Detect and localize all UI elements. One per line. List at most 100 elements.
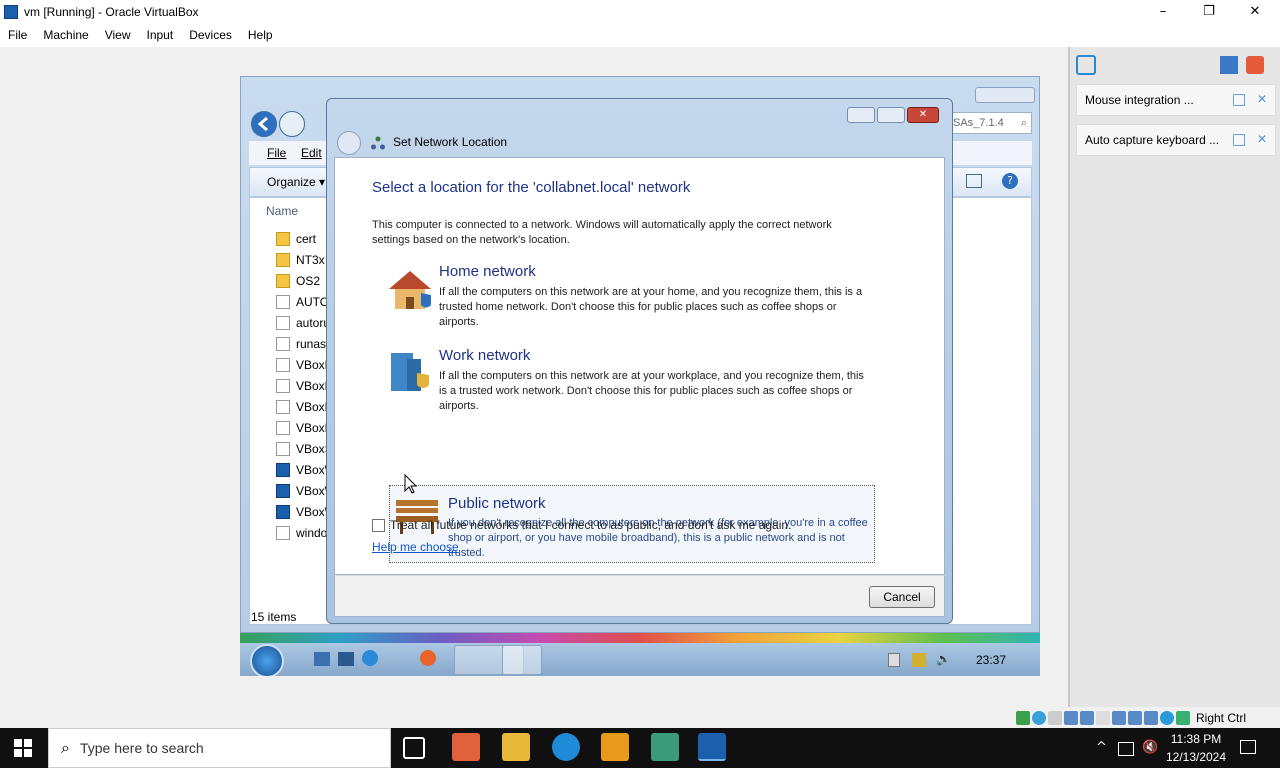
menu-file[interactable]: File <box>0 28 35 42</box>
folder-icon <box>276 232 290 246</box>
recording-icon[interactable] <box>1144 711 1158 725</box>
preview-pane-icon[interactable] <box>966 174 982 188</box>
terminal-icon[interactable] <box>338 652 354 666</box>
menu-view[interactable]: View <box>97 28 139 42</box>
network-tray-icon[interactable] <box>1118 742 1134 756</box>
audio-icon[interactable] <box>1064 711 1078 725</box>
taskbar-time[interactable]: 11:38 PM <box>1168 732 1224 746</box>
menu-devices[interactable]: Devices <box>181 28 240 42</box>
script-file-icon <box>276 526 290 540</box>
file-icon <box>276 421 290 435</box>
arrow-left-icon <box>257 116 268 132</box>
notification-center-icon[interactable] <box>1076 55 1096 75</box>
dialog-close-button[interactable]: ✕ <box>907 107 939 123</box>
guest-screen[interactable]: SAs_7.1.4 ⌕ File Edit Organize ▾ ? Name … <box>240 76 1040 676</box>
show-desktop-icon[interactable] <box>314 652 330 666</box>
close-button[interactable]: ✕ <box>1232 0 1278 23</box>
edge-icon[interactable] <box>552 733 580 761</box>
shared-folders-icon[interactable] <box>1112 711 1126 725</box>
work-network-desc: If all the computers on this network are… <box>439 370 864 412</box>
search-box[interactable]: SAs_7.1.4 ⌕ <box>946 112 1032 134</box>
explorer-menu-edit[interactable]: Edit <box>301 146 322 160</box>
vmware-icon[interactable] <box>601 733 629 761</box>
volume-icon[interactable]: 🔈 <box>936 652 951 666</box>
file-icon <box>276 442 290 456</box>
column-header-name[interactable]: Name <box>266 204 298 218</box>
optical-drive-icon[interactable] <box>1032 711 1046 725</box>
task-view-icon[interactable] <box>403 737 425 759</box>
taskbar-network-button[interactable] <box>502 645 542 675</box>
help-me-choose-link[interactable]: Help me choose <box>372 540 459 554</box>
list-item[interactable]: OS2 <box>276 271 320 291</box>
vbox-file-icon <box>276 463 290 477</box>
list-item[interactable]: NT3x <box>276 250 325 270</box>
floppy-icon[interactable] <box>1048 711 1062 725</box>
settings-file-icon <box>276 295 290 309</box>
file-explorer-icon[interactable] <box>502 733 530 761</box>
cancel-button[interactable]: Cancel <box>869 586 935 608</box>
cpu-icon[interactable] <box>1160 711 1174 725</box>
dialog-back-button[interactable] <box>337 131 361 155</box>
home-network-desc: If all the computers on this network are… <box>439 286 863 328</box>
volume-muted-icon[interactable]: 🔇 <box>1142 740 1158 755</box>
chevron-up-icon[interactable]: ^ <box>1096 740 1107 755</box>
mouse-cursor-icon <box>404 473 418 494</box>
firefox-icon[interactable] <box>420 650 436 666</box>
restore-button[interactable]: ❐ <box>1186 0 1232 23</box>
mouse-integration-icon[interactable] <box>1176 711 1190 725</box>
back-button[interactable] <box>251 111 277 137</box>
dialog-caption-buttons: ✕ <box>847 107 939 125</box>
file-icon <box>276 400 290 414</box>
app-icon[interactable] <box>651 733 679 761</box>
notification-panel: Mouse integration ... ✕ Auto capture key… <box>1068 47 1280 707</box>
settings-icon[interactable] <box>1220 56 1238 74</box>
search-icon: ⌕ <box>61 738 70 757</box>
close-icon[interactable]: ✕ <box>1257 132 1267 146</box>
disk-icon[interactable] <box>1016 711 1030 725</box>
notifications-icon[interactable] <box>1240 740 1256 754</box>
panel-item-auto-capture-keyboard[interactable]: Auto capture keyboard ... ✕ <box>1076 124 1276 156</box>
dialog-intro: This computer is connected to a network.… <box>372 219 832 246</box>
search-text: SAs_7.1.4 <box>953 117 1004 129</box>
work-network-option[interactable]: Work network If all the computers on thi… <box>385 347 871 423</box>
treat-public-checkbox[interactable] <box>372 519 385 532</box>
dialog-minimize-button[interactable] <box>847 107 875 123</box>
office-building-icon <box>387 351 433 393</box>
taskbar-date[interactable]: 12/13/2024 <box>1164 750 1228 764</box>
minimize-button[interactable]: – <box>1140 0 1186 23</box>
menu-input[interactable]: Input <box>139 28 182 42</box>
virtualbox-taskbar-icon[interactable] <box>698 733 726 761</box>
file-icon <box>276 379 290 393</box>
house-icon <box>387 269 433 311</box>
taskbar-search[interactable]: ⌕ Type here to search <box>48 728 391 768</box>
dismiss-all-icon[interactable] <box>1246 56 1264 74</box>
host-key-label[interactable]: Right Ctrl <box>1196 711 1246 725</box>
list-item[interactable]: cert <box>276 229 316 249</box>
virtualbox-icon <box>4 4 18 19</box>
panel-item-mouse-integration[interactable]: Mouse integration ... ✕ <box>1076 84 1276 116</box>
help-icon[interactable]: ? <box>1002 173 1018 189</box>
explorer-menu-file[interactable]: File <box>267 146 286 160</box>
display-icon[interactable] <box>1128 711 1142 725</box>
tray-network-icon[interactable] <box>912 653 926 667</box>
internet-explorer-icon[interactable] <box>362 650 378 666</box>
usb-icon[interactable] <box>1096 711 1110 725</box>
menu-machine[interactable]: Machine <box>35 28 96 42</box>
close-icon[interactable]: ✕ <box>1257 92 1267 106</box>
treat-public-option[interactable]: Treat all future networks that I connect… <box>372 518 791 533</box>
start-orb[interactable] <box>250 644 284 676</box>
windows-start-icon[interactable] <box>14 739 32 757</box>
gitlab-icon[interactable] <box>452 733 480 761</box>
guest-clock[interactable]: 23:37 <box>976 653 1006 667</box>
explorer-caption-buttons[interactable] <box>975 87 1035 103</box>
taskbar-gradient-strip <box>240 633 1040 643</box>
network-adapter-icon[interactable] <box>1080 711 1094 725</box>
organize-button[interactable]: Organize ▾ <box>267 175 325 189</box>
dialog-maximize-button[interactable] <box>877 107 905 123</box>
forward-button[interactable] <box>279 111 305 137</box>
menu-help[interactable]: Help <box>240 28 281 42</box>
home-network-option[interactable]: Home network If all the computers on thi… <box>385 263 871 339</box>
tray-flag-icon[interactable] <box>888 653 900 667</box>
pin-icon[interactable] <box>1233 94 1245 106</box>
pin-icon[interactable] <box>1233 134 1245 146</box>
